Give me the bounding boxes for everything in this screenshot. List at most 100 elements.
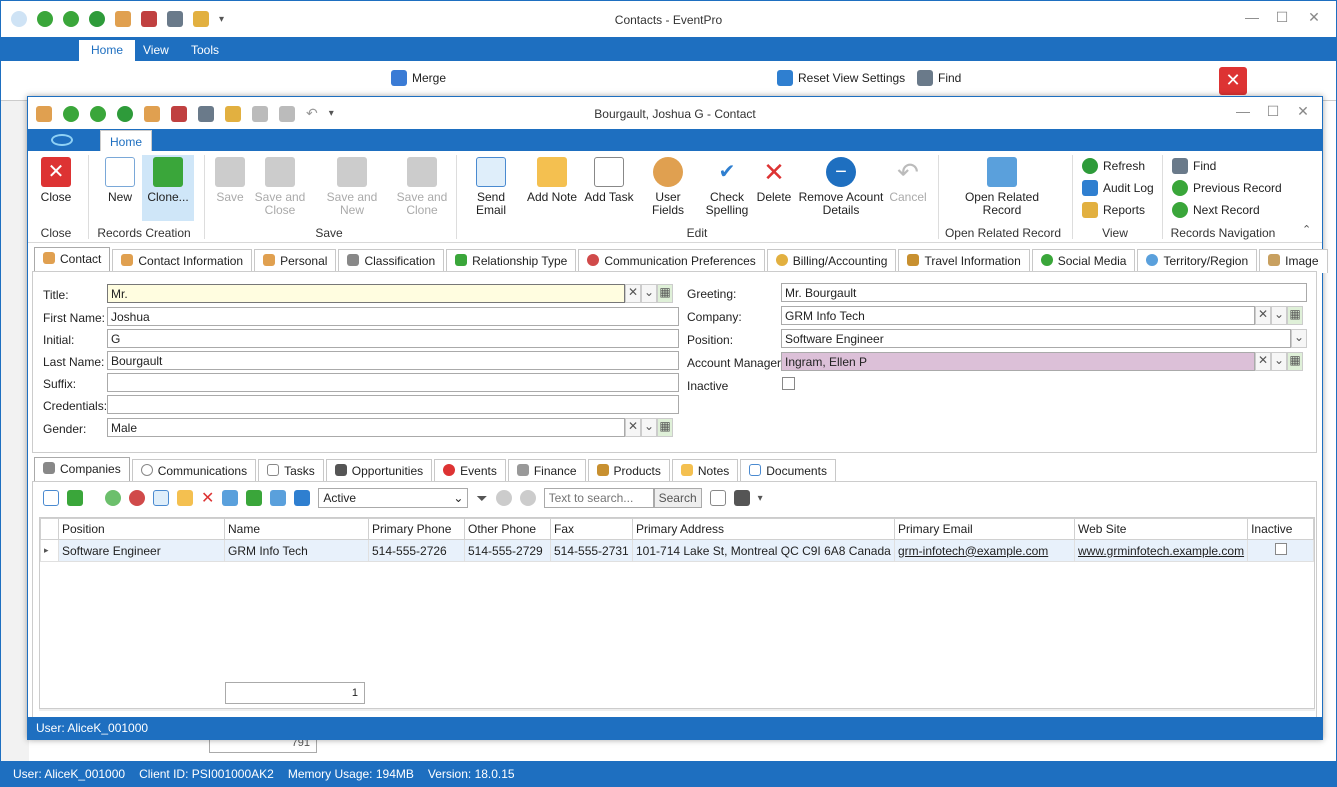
search-button[interactable]: Search: [653, 488, 702, 508]
lookup-icon[interactable]: ▦: [657, 418, 673, 437]
cell-inactive[interactable]: [1247, 539, 1314, 562]
column-header[interactable]: Name: [224, 518, 369, 540]
cell-position[interactable]: Software Engineer: [58, 539, 225, 562]
check-spelling-button[interactable]: ✔ Check Spelling: [704, 157, 750, 217]
cell-primary-phone[interactable]: 514-555-2726: [368, 539, 465, 562]
collapse-ribbon-icon[interactable]: ⌃: [1302, 223, 1311, 236]
company-field[interactable]: GRM Info Tech: [781, 306, 1255, 325]
dropdown-icon[interactable]: ⌄: [641, 284, 657, 303]
inactive-checkbox[interactable]: [782, 377, 795, 390]
initial-field[interactable]: G: [107, 329, 679, 348]
tab-documents[interactable]: Documents: [740, 459, 836, 483]
columns-icon[interactable]: [246, 490, 263, 506]
tab-notes[interactable]: Notes: [671, 459, 739, 483]
column-header[interactable]: Primary Address: [632, 518, 895, 540]
outer-find[interactable]: Find: [917, 67, 961, 89]
inactive-checkbox[interactable]: [1274, 543, 1287, 555]
save-close-button[interactable]: Save and Close: [254, 157, 306, 217]
tab-personal[interactable]: Personal: [254, 249, 337, 273]
contact-close-window-button[interactable]: ✕: [1288, 103, 1318, 123]
suffix-field[interactable]: [107, 373, 679, 392]
filter-icon[interactable]: ⏷: [476, 490, 487, 507]
close-window-button[interactable]: ✕: [1299, 9, 1329, 29]
reports-button[interactable]: Reports: [1082, 199, 1154, 221]
position-field[interactable]: Software Engineer: [781, 329, 1291, 348]
close-button[interactable]: ✕ Close: [36, 157, 76, 204]
cancel-button[interactable]: ↶ Cancel: [888, 157, 928, 204]
add-icon[interactable]: [105, 490, 121, 506]
tab-companies[interactable]: Companies: [34, 457, 130, 483]
outer-reset-view[interactable]: Reset View Settings: [777, 67, 905, 89]
tab-products[interactable]: Products: [587, 459, 670, 483]
contact-minimize-button[interactable]: —: [1228, 103, 1258, 123]
tab-opportunities[interactable]: Opportunities: [325, 459, 433, 483]
lookup-icon[interactable]: ▦: [1287, 306, 1303, 325]
dropdown-icon[interactable]: ⌄: [1291, 329, 1307, 348]
gender-field[interactable]: Male: [107, 418, 625, 437]
open-icon[interactable]: [270, 490, 287, 506]
outer-tab-tools[interactable]: Tools: [179, 40, 231, 61]
print-icon[interactable]: [733, 490, 750, 506]
delete-button[interactable]: ✕ Delete: [754, 157, 794, 204]
tab-social-media[interactable]: Social Media: [1031, 249, 1136, 273]
export-icon[interactable]: [222, 490, 239, 506]
new-button[interactable]: New: [100, 157, 140, 204]
note-icon[interactable]: [177, 490, 193, 506]
tab-billing-accounting[interactable]: Billing/Accounting: [766, 249, 897, 273]
add-task-button[interactable]: Add Task: [584, 157, 634, 204]
previous-record-button[interactable]: Previous Record: [1172, 177, 1282, 199]
dropdown-icon[interactable]: ⌄: [1271, 306, 1287, 325]
column-header[interactable]: Inactive: [1247, 518, 1314, 540]
column-header[interactable]: Fax: [550, 518, 633, 540]
column-header[interactable]: Primary Email: [894, 518, 1075, 540]
greeting-field[interactable]: Mr. Bourgault: [781, 283, 1307, 302]
tab-tasks[interactable]: Tasks: [258, 459, 324, 483]
status-filter-select[interactable]: Active ⌄: [318, 488, 469, 508]
clear-icon[interactable]: ✕: [625, 418, 641, 437]
maximize-button[interactable]: ☐: [1267, 9, 1297, 29]
search-input[interactable]: [543, 488, 654, 508]
remove-account-button[interactable]: − Remove Acount Details: [798, 157, 884, 217]
add-note-button[interactable]: Add Note: [526, 157, 578, 204]
column-header[interactable]: Web Site: [1073, 518, 1249, 540]
tab-relationship-type[interactable]: Relationship Type: [446, 249, 577, 273]
save-button[interactable]: Save: [212, 157, 248, 204]
dropdown-icon[interactable]: ⌄: [641, 418, 657, 437]
last-name-field[interactable]: Bourgault: [107, 351, 679, 370]
contact-maximize-button[interactable]: ☐: [1258, 103, 1288, 123]
outer-tab-home[interactable]: Home: [79, 40, 136, 61]
save-clone-button[interactable]: Save and Clone: [396, 157, 448, 217]
credentials-field[interactable]: [107, 395, 679, 414]
minimize-button[interactable]: —: [1237, 9, 1267, 29]
find-button[interactable]: Find: [1172, 155, 1282, 177]
column-header[interactable]: Position: [58, 518, 225, 540]
column-header[interactable]: Other Phone: [464, 518, 551, 540]
clone-icon[interactable]: [67, 490, 83, 506]
user-fields-button[interactable]: User Fields: [640, 157, 696, 217]
new-icon[interactable]: [43, 490, 59, 506]
email-icon[interactable]: [153, 490, 169, 506]
account-manager-field[interactable]: Ingram, Ellen P: [781, 352, 1255, 371]
delete-icon[interactable]: ✕: [201, 488, 214, 508]
remove-icon[interactable]: [129, 490, 145, 506]
clear-icon[interactable]: ✕: [1255, 352, 1271, 371]
send-email-button[interactable]: Send Email: [462, 157, 520, 217]
next-record-button[interactable]: Next Record: [1172, 199, 1282, 221]
contact-tab-home[interactable]: Home: [100, 130, 152, 151]
clear-icon[interactable]: ✕: [1255, 306, 1271, 325]
cell-other-phone[interactable]: 514-555-2729: [464, 539, 551, 562]
tab-contact-information[interactable]: Contact Information: [112, 249, 253, 273]
tab-territory-region[interactable]: Territory/Region: [1137, 249, 1258, 273]
tab-communication-preferences[interactable]: Communication Preferences: [578, 249, 765, 273]
open-related-button[interactable]: Open Related Record: [962, 157, 1042, 217]
tab-finance[interactable]: Finance: [507, 459, 586, 483]
lookup-icon[interactable]: ▦: [657, 284, 673, 303]
tab-communications[interactable]: Communications: [131, 459, 257, 483]
first-name-field[interactable]: Joshua: [107, 307, 679, 326]
next-icon[interactable]: [519, 490, 536, 506]
refresh-button[interactable]: Refresh: [1082, 155, 1154, 177]
audit-log-button[interactable]: Audit Log: [1082, 177, 1154, 199]
chevron-down-icon[interactable]: ▾: [758, 493, 763, 504]
column-header[interactable]: Primary Phone: [368, 518, 465, 540]
save-new-button[interactable]: Save and New: [314, 157, 390, 217]
